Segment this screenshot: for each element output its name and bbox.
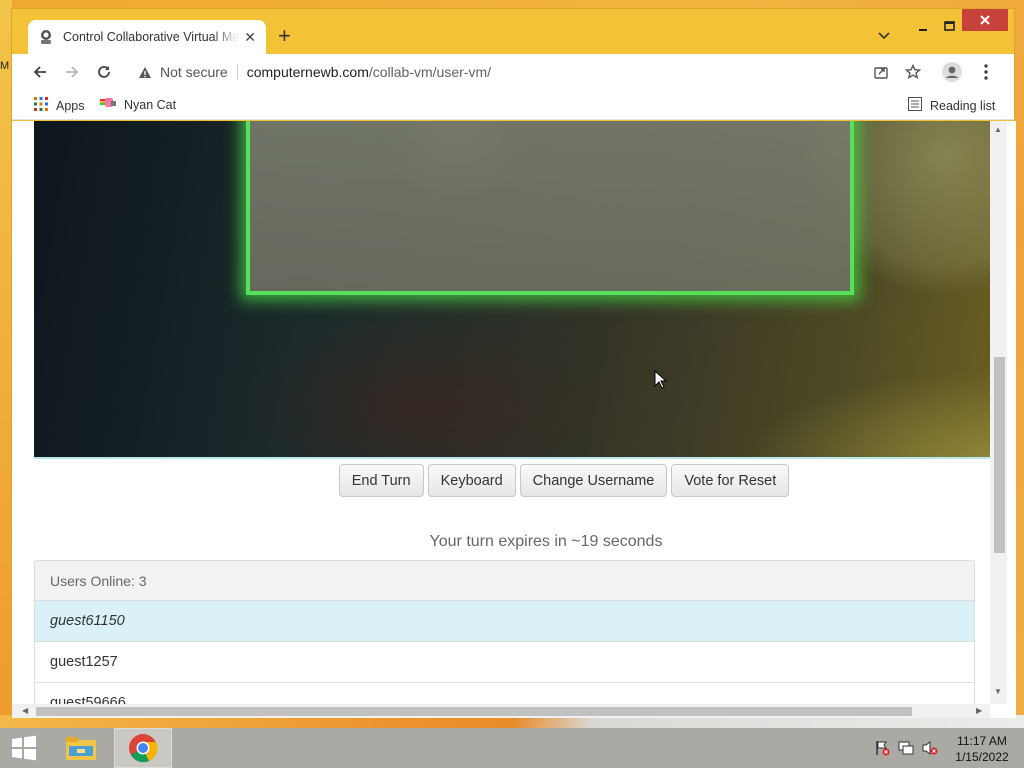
vm-controls: End Turn Keyboard Change Username Vote f…: [12, 464, 1016, 498]
reload-icon[interactable]: [92, 60, 116, 84]
reading-list-label: Reading list: [930, 98, 996, 113]
vm-desktop-window: [246, 121, 854, 295]
file-explorer-icon[interactable]: [58, 728, 104, 768]
url-path: /collab-vm/user-vm/: [368, 64, 492, 80]
browser-tab[interactable]: Control Collaborative Virtual Ma ✕: [28, 20, 266, 54]
reading-list-button[interactable]: Reading list: [908, 97, 995, 114]
taskbar: 11:17 AM 1/15/2022: [0, 728, 1024, 768]
omnibox-separator: [236, 64, 238, 80]
action-center-flag-icon[interactable]: [874, 740, 890, 761]
menu-kebab-icon[interactable]: [974, 60, 998, 84]
chrome-icon[interactable]: [114, 728, 172, 768]
change-username-button[interactable]: Change Username: [519, 464, 668, 497]
url-text[interactable]: computernewb.com/collab-vm/user-vm/: [247, 64, 491, 80]
vertical-scroll-thumb[interactable]: [994, 357, 1005, 553]
new-tab-button[interactable]: +: [278, 23, 291, 49]
page-viewport: End Turn Keyboard Change Username Vote f…: [12, 121, 1016, 718]
scroll-left-arrow-icon[interactable]: ◀: [22, 706, 28, 715]
users-online-heading: Users Online: 3: [35, 561, 974, 601]
nyan-cat-icon: [100, 97, 116, 112]
mouse-cursor-icon: [654, 369, 668, 395]
back-arrow-icon[interactable]: [28, 60, 52, 84]
turn-status-text: Your turn expires in ~19 seconds: [429, 533, 663, 550]
horizontal-scroll-thumb[interactable]: [36, 707, 912, 716]
maximize-button[interactable]: [934, 13, 964, 39]
windows-logo-icon: [12, 735, 36, 761]
volume-muted-icon[interactable]: [922, 740, 938, 761]
browser-window: Control Collaborative Virtual Ma ✕ + Not…: [11, 8, 1016, 718]
user-list-item[interactable]: guest61150: [35, 601, 974, 642]
collabvm-favicon-icon: [38, 29, 54, 45]
bookmark-apps[interactable]: Apps: [34, 97, 85, 114]
desktop-edge-text: M: [0, 60, 10, 72]
vm-display[interactable]: [34, 121, 990, 459]
share-icon[interactable]: [873, 64, 889, 85]
scroll-up-arrow-icon[interactable]: ▲: [994, 125, 1002, 134]
user-list-item[interactable]: guest1257: [35, 642, 974, 683]
horizontal-scrollbar[interactable]: ◀ ▶: [12, 704, 990, 718]
start-button[interactable]: [0, 728, 48, 768]
network-icon[interactable]: [898, 740, 915, 761]
bookmark-nyan-cat[interactable]: Nyan Cat: [100, 97, 176, 112]
reading-list-icon: [908, 97, 922, 114]
scroll-down-arrow-icon[interactable]: ▼: [994, 687, 1002, 696]
bookmark-star-icon[interactable]: [904, 63, 922, 85]
forward-arrow-icon[interactable]: [60, 60, 84, 84]
clock-date: 1/15/2022: [955, 750, 1009, 764]
bookmarks-bar: Apps Nyan Cat Reading list: [12, 90, 1014, 120]
tab-search-chevron-icon[interactable]: [878, 27, 890, 45]
bookmark-label: Apps: [56, 98, 85, 113]
tab-close-icon[interactable]: ✕: [244, 29, 256, 46]
profile-avatar-icon[interactable]: [940, 60, 964, 84]
users-online-panel: Users Online: 3 guest61150 guest1257 gue…: [34, 560, 975, 718]
keyboard-button[interactable]: Keyboard: [427, 464, 516, 497]
address-bar[interactable]: Not secure computernewb.com/collab-vm/us…: [128, 57, 922, 87]
security-label: Not secure: [160, 64, 228, 80]
clock-time: 11:17 AM: [957, 734, 1007, 748]
scroll-right-arrow-icon[interactable]: ▶: [976, 706, 982, 715]
warning-icon: [139, 66, 151, 78]
browser-toolbar: Not secure computernewb.com/collab-vm/us…: [12, 54, 1014, 90]
bookmark-label: Nyan Cat: [124, 97, 177, 112]
vertical-scrollbar[interactable]: ▲ ▼: [990, 121, 1007, 704]
close-window-button[interactable]: [962, 9, 1008, 31]
vote-for-reset-button[interactable]: Vote for Reset: [671, 464, 790, 497]
end-turn-button[interactable]: End Turn: [338, 464, 424, 497]
title-bar[interactable]: Control Collaborative Virtual Ma ✕ +: [12, 9, 1014, 54]
url-host: computernewb.com: [246, 64, 369, 80]
taskbar-clock[interactable]: 11:17 AM 1/15/2022: [952, 733, 1012, 765]
security-indicator[interactable]: Not secure: [138, 64, 228, 80]
apps-grid-icon: [34, 97, 48, 114]
tab-title: Control Collaborative Virtual Ma: [63, 30, 239, 44]
